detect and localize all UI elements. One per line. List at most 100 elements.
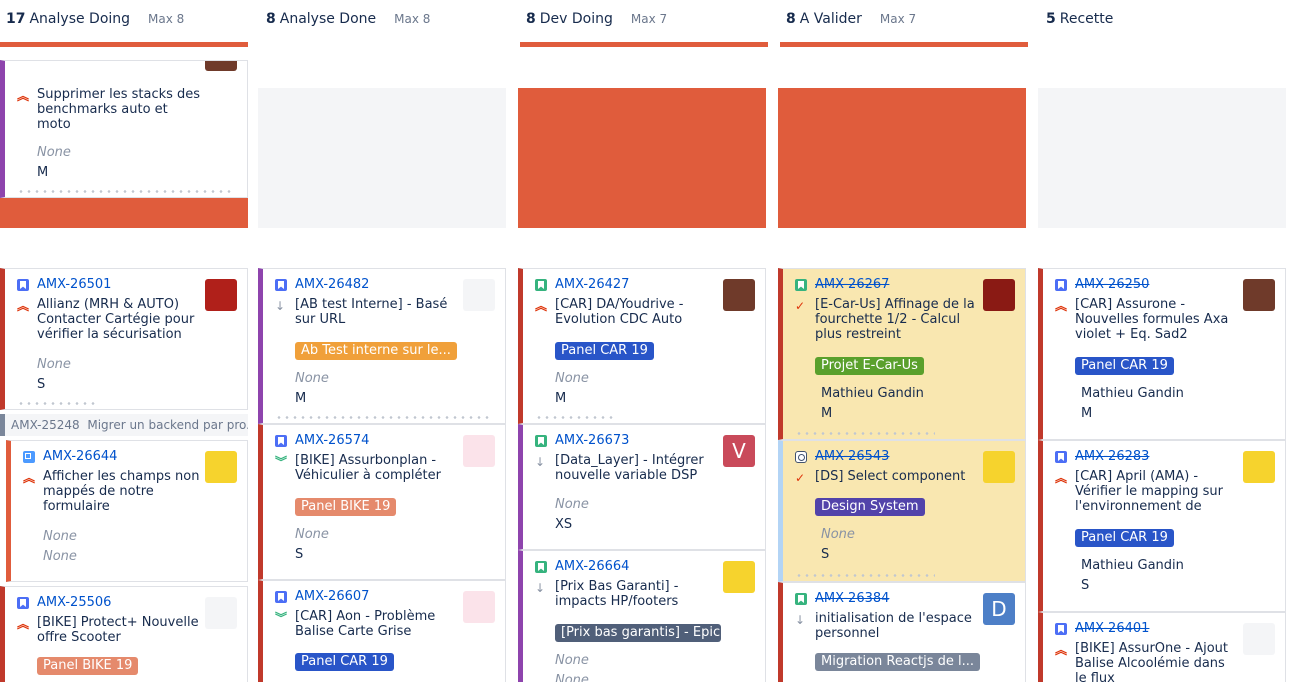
issue-key[interactable]: AMX-26250 [1075, 277, 1149, 292]
epic-label[interactable]: Migration Reactjs de l... [815, 653, 980, 671]
card-summary: [Data_Layer] - Intégrer nouvelle variabl… [555, 453, 704, 483]
story-icon [1055, 279, 1067, 291]
epic-label[interactable]: Panel CAR 19 [555, 342, 654, 360]
issue-card[interactable]: AMX-25506 ︽ [BIKE] Protect+ Nouvelle off… [0, 586, 248, 682]
subtask-icon [23, 451, 35, 463]
column-max: Max 7 [879, 12, 917, 26]
issue-key[interactable]: AMX-26664 [555, 559, 629, 574]
issue-key[interactable]: AMX-25506 [37, 595, 111, 610]
card-field: S [37, 377, 46, 392]
priority-low-icon: ↓ [275, 299, 286, 313]
priority-low-icon: ↓ [795, 613, 806, 627]
story-icon [535, 435, 547, 447]
assignee-avatar [1243, 451, 1275, 483]
priority-lowest-icon: ︾ [275, 611, 288, 625]
epic-label[interactable]: Ab Test interne sur le... [295, 342, 457, 360]
issue-card[interactable]: AMX-26384 ↓ initialisation de l'espace p… [778, 582, 1026, 682]
card-field: S [295, 547, 304, 562]
issue-key[interactable]: AMX-26384 [815, 591, 889, 606]
column-header-analyse-doing[interactable]: 17 Analyse Doing Max 8 [0, 0, 248, 48]
assignee-avatar [1243, 623, 1275, 655]
card-summary: [CAR] Aon - Problème Balise Carte Grise [295, 609, 436, 639]
story-icon [275, 435, 287, 447]
story-icon [535, 279, 547, 291]
card-field: M [37, 165, 49, 180]
assignee-avatar [463, 591, 495, 623]
issue-key[interactable]: AMX-26427 [555, 277, 629, 292]
card-dots [17, 190, 235, 193]
assignee-avatar [205, 597, 237, 629]
card-field: M [821, 406, 833, 421]
card-field: None [43, 549, 77, 564]
epic-label[interactable]: Panel CAR 19 [1075, 357, 1174, 375]
issue-card[interactable]: AMX-26283 ︽ [CAR] April (AMA) - Vérifier… [1038, 440, 1286, 612]
issue-key[interactable]: AMX-26543 [815, 449, 889, 464]
card-summary: [DS] Select component [815, 469, 966, 484]
issue-card[interactable]: AMX-26401 ︽ [BIKE] AssurOne - Ajout Bali… [1038, 612, 1286, 682]
column-limit-bar [520, 42, 768, 47]
issue-card[interactable]: AMX-26543 ✓ [DS] Select component Design… [778, 440, 1026, 582]
issue-card[interactable]: ︽ Supprimer les stacks des benchmarks au… [0, 60, 248, 198]
issue-card[interactable]: AMX-26664 ↓ [Prix Bas Garanti] - impacts… [518, 550, 766, 682]
epic-label[interactable]: Panel CAR 19 [295, 653, 394, 671]
column-name: Dev Doing [539, 11, 613, 27]
epic-label[interactable]: Panel BIKE 19 [295, 498, 397, 516]
column-header-recette[interactable]: 5 Recette [1040, 0, 1288, 48]
story-icon [17, 279, 29, 291]
assignee-avatar [205, 451, 237, 483]
issue-card[interactable]: AMX-26482 ↓ [AB test Interne] - Basé sur… [258, 268, 506, 424]
issue-card[interactable]: AMX-26427 ︽ [CAR] DA/Youdrive - Evolutio… [518, 268, 766, 424]
issue-card[interactable]: AMX-26250 ︽ [CAR] Assurone - Nouvelles f… [1038, 268, 1286, 440]
card-summary: [BIKE] Assurbonplan - Véhiculier à compl… [295, 453, 441, 483]
priority-highest-icon: ︽ [535, 299, 548, 313]
epic-label[interactable]: Projet E-Car-Us [815, 357, 924, 375]
issue-key[interactable]: AMX-26607 [295, 589, 369, 604]
story-icon [275, 591, 287, 603]
card-field: M [555, 391, 567, 406]
issue-card[interactable]: AMX-26267 ✓ [E-Car-Us] Affinage de la fo… [778, 268, 1026, 440]
issue-key[interactable]: AMX-26283 [1075, 449, 1149, 464]
column-overlimit-block [0, 198, 248, 228]
column-count: 17 [6, 11, 26, 27]
issue-key[interactable]: AMX-26644 [43, 449, 117, 464]
priority-highest-icon: ︽ [17, 617, 30, 631]
card-field: S [1081, 578, 1090, 593]
card-summary: Allianz (MRH & AUTO) Contacter Cartégie … [37, 297, 195, 342]
column-limit-bar [0, 42, 248, 47]
epic-label[interactable]: Design System [815, 498, 925, 516]
issue-card[interactable]: AMX-26644 ︽ Afficher les champs non mapp… [6, 440, 248, 582]
issue-key[interactable]: AMX-26501 [37, 277, 111, 292]
epic-label[interactable]: Panel CAR 19 [1075, 529, 1174, 547]
card-summary: [Prix Bas Garanti] - impacts HP/footers [555, 579, 679, 609]
card-summary: [CAR] DA/Youdrive - Evolution CDC Auto [555, 297, 684, 327]
issue-card[interactable]: AMX-26673 ↓ [Data_Layer] - Intégrer nouv… [518, 424, 766, 550]
assignee-avatar: D [983, 593, 1015, 625]
card-field: None [555, 653, 589, 668]
issue-card[interactable]: AMX-26501 ︽ Allianz (MRH & AUTO) Contact… [0, 268, 248, 410]
issue-key[interactable]: AMX-26673 [555, 433, 629, 448]
issue-card[interactable]: AMX-26607 ︾ [CAR] Aon - Problème Balise … [258, 580, 506, 682]
epic-label[interactable]: Panel BIKE 19 [37, 657, 139, 675]
card-dots [17, 402, 97, 405]
issue-key[interactable]: AMX-26267 [815, 277, 889, 292]
column-header-dev-doing[interactable]: 8 Dev Doing Max 7 [520, 0, 768, 48]
column-header-a-valider[interactable]: 8A Valider Max 7 [780, 0, 1028, 48]
card-field: S [821, 547, 830, 562]
column-max: Max 8 [394, 12, 431, 26]
issue-key[interactable]: AMX-26482 [295, 277, 369, 292]
issue-card[interactable]: AMX-26574 ︾ [BIKE] Assurbonplan - Véhicu… [258, 424, 506, 580]
parent-key[interactable]: AMX-25248 [11, 418, 80, 432]
priority-highest-icon: ✓ [795, 299, 806, 313]
card-summary: Afficher les champs non mappés de notre … [43, 469, 200, 514]
card-summary: [E-Car-Us] Affinage de la fourchette 1/2… [815, 297, 975, 342]
column-count: 8 [526, 11, 536, 27]
issue-key[interactable]: AMX-26401 [1075, 621, 1149, 636]
column-count: 5 [1046, 11, 1056, 27]
priority-highest-icon: ︽ [1055, 643, 1068, 657]
column-header-analyse-done[interactable]: 8 Analyse Done Max 8 [260, 0, 508, 48]
card-field: None [555, 371, 589, 386]
assignee-avatar [463, 279, 495, 311]
issue-key[interactable]: AMX-26574 [295, 433, 369, 448]
epic-label[interactable]: [Prix bas garantis] - Epic [555, 624, 721, 642]
parent-issue-strip[interactable]: AMX-25248 Migrer un backend par pro... [0, 414, 248, 436]
